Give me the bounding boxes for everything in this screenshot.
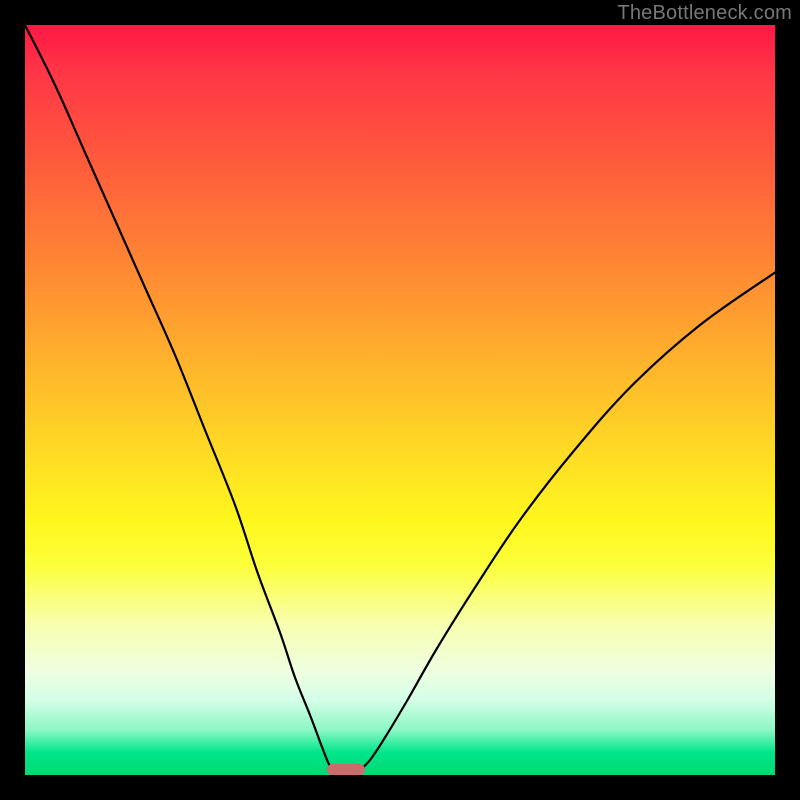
chart-container: TheBottleneck.com [0, 0, 800, 800]
min-point-marker [327, 764, 365, 775]
right-branch-curve [359, 273, 775, 772]
left-branch-curve [25, 25, 334, 771]
plot-area [25, 25, 775, 775]
curve-overlay [25, 25, 775, 775]
watermark-text: TheBottleneck.com [617, 2, 792, 25]
